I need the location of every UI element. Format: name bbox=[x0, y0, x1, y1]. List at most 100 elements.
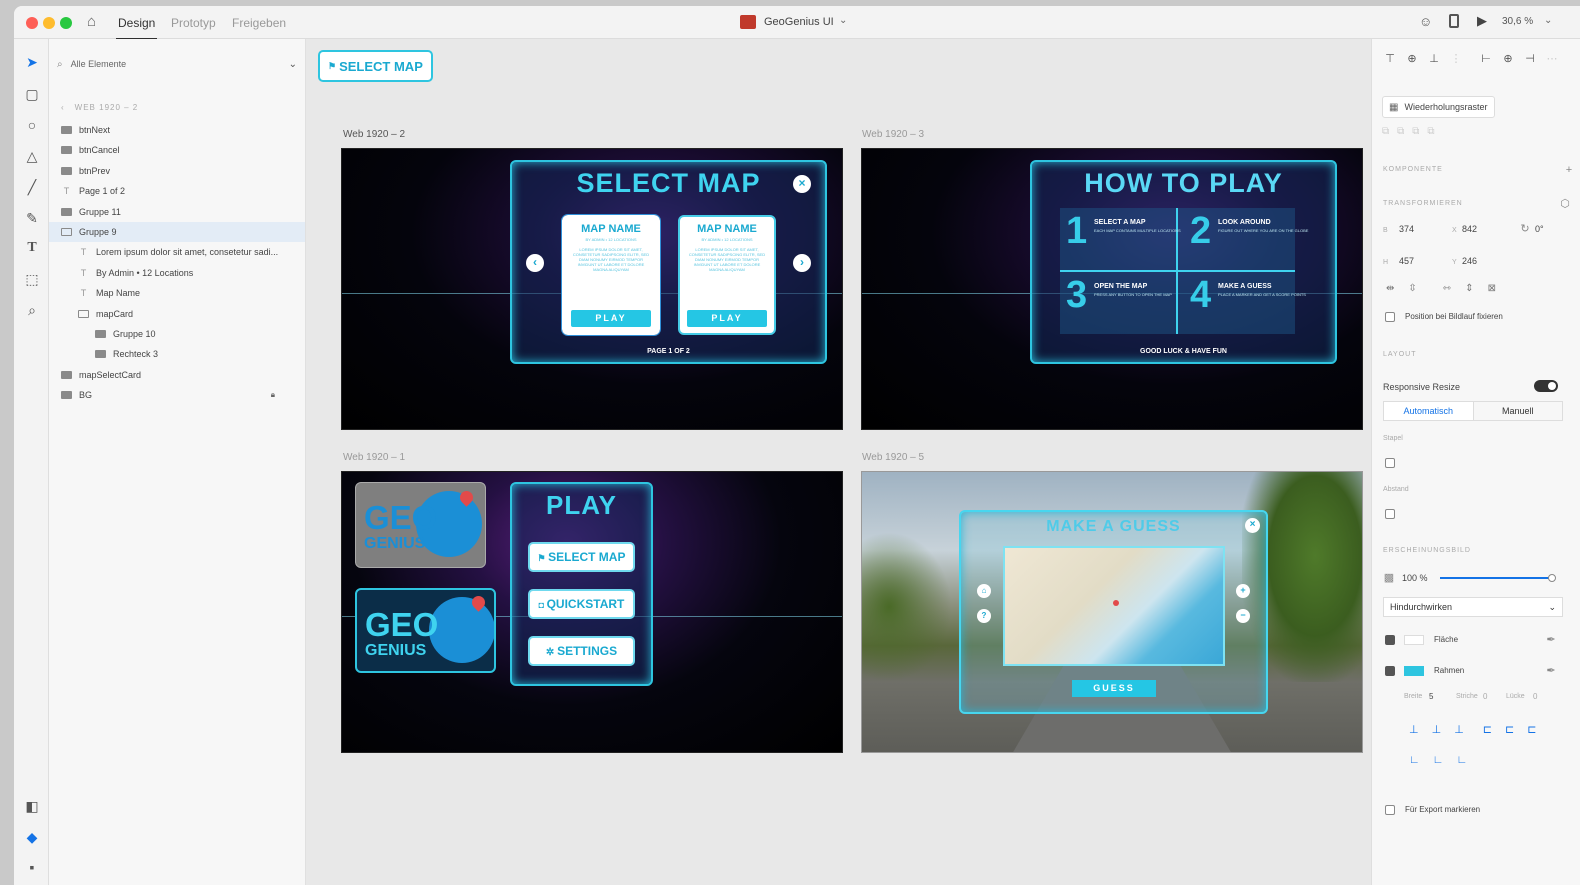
export-checkbox[interactable] bbox=[1385, 805, 1395, 815]
layer-item[interactable]: BG 🔒︎ bbox=[49, 385, 305, 405]
pen-tool-icon[interactable]: ✎ bbox=[23, 209, 41, 227]
layer-search-input[interactable]: Alle Elemente bbox=[71, 59, 289, 69]
select-map-button[interactable]: ⚑ SELECT MAP bbox=[528, 542, 635, 572]
stroke-inside-icon[interactable]: ⊥ bbox=[1409, 723, 1419, 736]
repeat-grid-button[interactable]: ▦ Wiederholungsraster bbox=[1382, 96, 1495, 118]
blend-mode-select[interactable]: Hindurchwirken ⌄ bbox=[1383, 597, 1563, 617]
document-title[interactable]: GeoGenius UI bbox=[764, 16, 834, 28]
play-button[interactable]: PLAY bbox=[687, 310, 767, 327]
stroke-width-field[interactable]: 5 bbox=[1429, 692, 1433, 701]
flip-horizontal-icon[interactable]: ⇹ bbox=[1386, 283, 1394, 294]
layers-icon[interactable]: ◆ bbox=[23, 828, 41, 846]
cap-butt-icon[interactable]: ∟ bbox=[1409, 754, 1420, 766]
distribute-h-icon[interactable]: ⋯ bbox=[1545, 52, 1559, 66]
height-field[interactable]: 457 bbox=[1399, 256, 1414, 266]
ellipse-tool-icon[interactable]: ○ bbox=[23, 116, 41, 134]
map-card[interactable]: MAP NAME BY ADMIN • 12 LOCATIONS LOREM I… bbox=[678, 215, 776, 335]
layer-item[interactable]: T By Admin • 12 Locations bbox=[49, 263, 305, 283]
opacity-field[interactable]: 100 % bbox=[1402, 573, 1428, 583]
eyedropper-icon[interactable]: ✒ bbox=[1544, 664, 1558, 678]
zoom-in-icon[interactable]: + bbox=[1236, 584, 1250, 598]
map-view[interactable] bbox=[1003, 546, 1225, 666]
zoom-level[interactable]: 30,6 % bbox=[1502, 16, 1533, 27]
chevron-down-icon[interactable]: ⌄ bbox=[839, 15, 847, 26]
chevron-down-icon[interactable]: ⌄ bbox=[289, 59, 297, 70]
join-miter-icon[interactable]: ⊏ bbox=[1483, 723, 1492, 736]
canvas[interactable]: ⚑ SELECT MAP Web 1920 – 2 SELECT MAP × ‹ … bbox=[306, 39, 1371, 885]
align-left-icon[interactable]: ⊢ bbox=[1479, 52, 1493, 66]
spacing-checkbox[interactable] bbox=[1385, 509, 1395, 519]
artboard-label[interactable]: Web 1920 – 2 bbox=[343, 129, 405, 140]
border-checkbox[interactable] bbox=[1385, 666, 1395, 676]
gap-field[interactable]: 0 bbox=[1533, 692, 1537, 701]
artboard-how-to-play[interactable]: HOW TO PLAY 1 SELECT A MAP EACH MAP CONTAI… bbox=[861, 148, 1363, 430]
distribute-vertical-icon[interactable]: ⇕ bbox=[1465, 283, 1473, 294]
text-tool-icon[interactable]: T bbox=[23, 239, 41, 257]
layer-item[interactable]: mapSelectCard bbox=[49, 365, 305, 385]
map-card[interactable]: MAP NAME BY ADMIN • 12 LOCATIONS LOREM I… bbox=[561, 214, 661, 336]
eyedropper-icon[interactable]: ✒ bbox=[1544, 633, 1558, 647]
close-icon[interactable]: × bbox=[1245, 518, 1260, 533]
layer-item[interactable]: mapCard bbox=[49, 304, 305, 324]
artboard-select-map[interactable]: SELECT MAP × ‹ › MAP NAME BY ADMIN • 12 … bbox=[341, 148, 843, 430]
border-swatch[interactable] bbox=[1404, 666, 1424, 676]
rectangle-tool-icon[interactable]: ▢ bbox=[23, 85, 41, 103]
dash-field[interactable]: 0 bbox=[1483, 692, 1487, 701]
device-preview-icon[interactable] bbox=[1449, 14, 1459, 28]
layer-breadcrumb[interactable]: ‹ WEB 1920 – 2 bbox=[61, 103, 138, 112]
home-icon[interactable]: ⌂ bbox=[977, 584, 991, 598]
assets-icon[interactable]: ◧ bbox=[23, 797, 41, 815]
tab-prototype[interactable]: Prototyp bbox=[171, 16, 216, 30]
layer-item[interactable]: T Map Name bbox=[49, 283, 305, 303]
plugins-icon[interactable]: ▪ bbox=[23, 858, 41, 876]
stroke-outside-icon[interactable]: ⊥ bbox=[1454, 723, 1464, 736]
stack-checkbox[interactable] bbox=[1385, 458, 1395, 468]
boolean-add-icon[interactable]: ⧉ bbox=[1382, 126, 1389, 137]
distribute-icon[interactable]: ⇿ bbox=[1443, 283, 1451, 294]
tab-design[interactable]: Design bbox=[115, 16, 158, 40]
layer-item[interactable]: T Page 1 of 2 bbox=[49, 181, 305, 201]
align-right-icon[interactable]: ⊣ bbox=[1523, 52, 1537, 66]
quickstart-button[interactable]: ◘ QUICKSTART bbox=[528, 589, 635, 619]
lock-icon[interactable]: 🔒︎ bbox=[271, 390, 275, 400]
join-round-icon[interactable]: ⊏ bbox=[1505, 723, 1514, 736]
distribute-v-icon[interactable]: ⋮ bbox=[1449, 52, 1463, 66]
close-window-button[interactable] bbox=[26, 17, 38, 29]
responsive-resize-toggle[interactable] bbox=[1534, 380, 1558, 392]
align-top-icon[interactable]: ⊤ bbox=[1383, 52, 1397, 66]
layer-item[interactable]: T Lorem ipsum dolor sit amet, consetetur … bbox=[49, 242, 305, 262]
boolean-exclude-icon[interactable]: ⧉ bbox=[1427, 126, 1434, 137]
y-field[interactable]: 246 bbox=[1462, 256, 1477, 266]
settings-button[interactable]: ✲ SETTINGS bbox=[528, 636, 635, 666]
align-center-icon[interactable]: ⊕ bbox=[1501, 52, 1515, 66]
auto-option[interactable]: Automatisch bbox=[1384, 402, 1474, 420]
home-icon[interactable]: ⌂ bbox=[87, 13, 96, 30]
boolean-subtract-icon[interactable]: ⧉ bbox=[1397, 126, 1404, 137]
layer-item[interactable]: btnNext bbox=[49, 120, 305, 140]
polygon-tool-icon[interactable]: △ bbox=[23, 147, 41, 165]
rotation-field[interactable]: 0° bbox=[1535, 224, 1544, 234]
artboard-label[interactable]: Web 1920 – 5 bbox=[862, 452, 924, 463]
layer-item[interactable]: btnCancel bbox=[49, 140, 305, 160]
align-middle-icon[interactable]: ⊕ bbox=[1405, 52, 1419, 66]
x-field[interactable]: 842 bbox=[1462, 224, 1477, 234]
guess-button[interactable]: GUESS bbox=[1072, 680, 1156, 697]
add-icon[interactable]: + bbox=[1562, 163, 1576, 177]
close-icon[interactable]: × bbox=[793, 175, 811, 193]
align-bottom-icon[interactable]: ⊥ bbox=[1427, 52, 1441, 66]
next-arrow-icon[interactable]: › bbox=[793, 254, 811, 272]
layer-item[interactable]: Gruppe 11 bbox=[49, 202, 305, 222]
back-chevron-icon[interactable]: ‹ bbox=[61, 103, 65, 112]
previous-arrow-icon[interactable]: ‹ bbox=[526, 254, 544, 272]
component-badge[interactable]: ⚑ SELECT MAP bbox=[318, 50, 433, 82]
play-button[interactable]: PLAY bbox=[571, 310, 651, 327]
join-bevel-icon[interactable]: ⊏ bbox=[1527, 723, 1536, 736]
artboard-tool-icon[interactable]: ⬚ bbox=[23, 270, 41, 288]
zoom-out-icon[interactable]: − bbox=[1236, 609, 1250, 623]
boolean-intersect-icon[interactable]: ⧉ bbox=[1412, 126, 1419, 137]
zoom-chevron-icon[interactable]: ⌄ bbox=[1544, 15, 1552, 26]
fix-position-checkbox[interactable] bbox=[1385, 312, 1395, 322]
cap-square-icon[interactable]: ∟ bbox=[1457, 754, 1468, 766]
fill-swatch[interactable] bbox=[1404, 635, 1424, 645]
opacity-slider[interactable] bbox=[1440, 574, 1556, 582]
